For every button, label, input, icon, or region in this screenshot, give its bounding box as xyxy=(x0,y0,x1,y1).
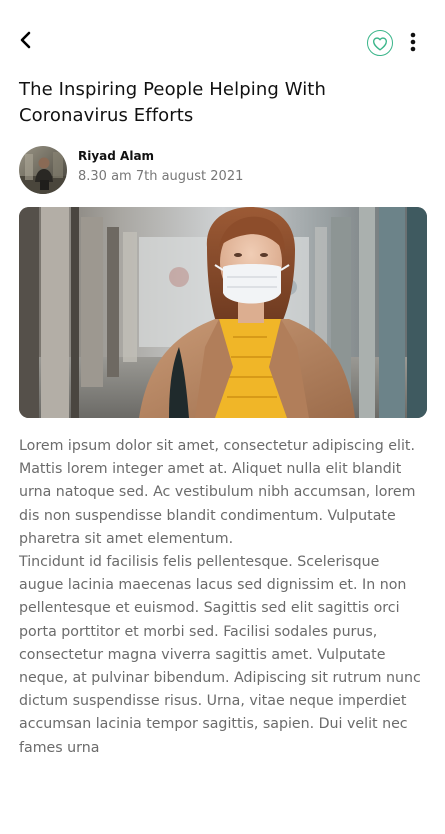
article-body: Lorem ipsum dolor sit amet, consectetur … xyxy=(19,435,427,760)
author-row: Riyad Alam 8.30 am 7th august 2021 xyxy=(19,146,419,196)
article-paragraph: Lorem ipsum dolor sit amet, consectetur … xyxy=(19,438,416,547)
chevron-left-icon xyxy=(20,31,31,49)
article-title: The Inspiring People Helping With Corona… xyxy=(19,79,326,126)
back-button[interactable] xyxy=(14,26,38,54)
more-options-button[interactable] xyxy=(403,30,423,54)
author-name[interactable]: Riyad Alam xyxy=(78,149,154,163)
heart-icon xyxy=(373,36,387,50)
top-bar xyxy=(0,0,445,82)
favorite-button[interactable] xyxy=(367,30,393,56)
photo-woman-in-mask-icon xyxy=(19,207,427,418)
more-vertical-icon xyxy=(410,32,416,52)
article-paragraph: Tincidunt id facilisis felis pellentesqu… xyxy=(19,554,421,756)
avatar[interactable] xyxy=(19,146,67,194)
author-photo xyxy=(19,146,67,194)
publish-date: 8.30 am 7th august 2021 xyxy=(78,169,244,184)
hero-image xyxy=(19,207,427,418)
